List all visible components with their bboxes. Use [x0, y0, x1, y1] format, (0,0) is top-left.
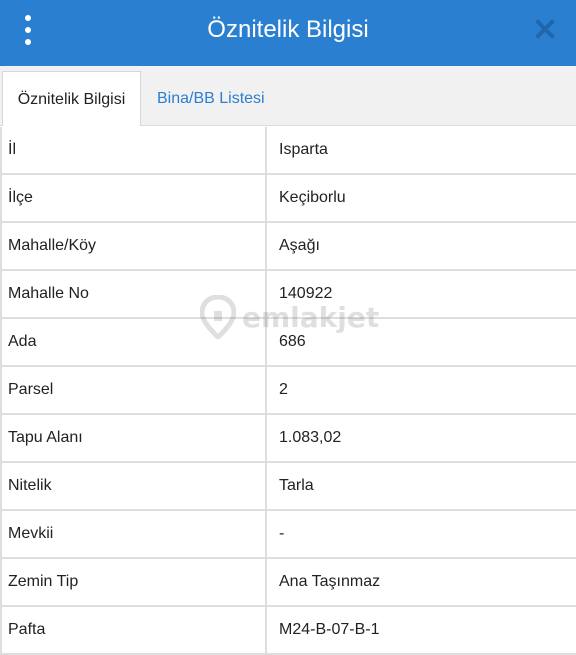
row-key: Nitelik [0, 463, 267, 509]
table-row: Pafta M24-B-07-B-1 [0, 607, 576, 655]
row-value: 686 [267, 319, 576, 365]
table-row: Mevkii - [0, 511, 576, 559]
table-row: Mahalle/Köy Aşağı [0, 223, 576, 271]
row-key: Parsel [0, 367, 267, 413]
header-bar: Öznitelik Bilgisi [0, 0, 576, 66]
table-row: Parsel 2 [0, 367, 576, 415]
page-title: Öznitelik Bilgisi [207, 16, 369, 43]
row-value: Tarla [267, 463, 576, 509]
table-row: Tapu Alanı 1.083,02 [0, 415, 576, 463]
row-value: 140922 [267, 271, 576, 317]
row-key: Mahalle/Köy [0, 223, 267, 269]
row-key: Mahalle No [0, 271, 267, 317]
table-row: İl Isparta [0, 127, 576, 175]
row-value: Isparta [267, 127, 576, 173]
attribute-table: İl Isparta İlçe Keçiborlu Mahalle/Köy Aş… [0, 127, 576, 655]
row-value: M24-B-07-B-1 [267, 607, 576, 653]
table-row: İlçe Keçiborlu [0, 175, 576, 223]
row-value: 2 [267, 367, 576, 413]
tab-bina-bb-listesi[interactable]: Bina/BB Listesi [145, 71, 277, 126]
row-value: - [267, 511, 576, 557]
tab-oznitelik-bilgisi[interactable]: Öznitelik Bilgisi [2, 71, 141, 126]
tab-bar: Öznitelik Bilgisi Bina/BB Listesi [0, 66, 576, 126]
row-value: 1.083,02 [267, 415, 576, 461]
table-row: Ada 686 [0, 319, 576, 367]
row-key: Mevkii [0, 511, 267, 557]
row-value: Keçiborlu [267, 175, 576, 221]
table-row: Mahalle No 140922 [0, 271, 576, 319]
row-value: Aşağı [267, 223, 576, 269]
close-icon[interactable] [534, 18, 556, 40]
row-key: Ada [0, 319, 267, 365]
row-key: Zemin Tip [0, 559, 267, 605]
row-key: Tapu Alanı [0, 415, 267, 461]
row-key: İlçe [0, 175, 267, 221]
row-value: Ana Taşınmaz [267, 559, 576, 605]
row-key: İl [0, 127, 267, 173]
row-key: Pafta [0, 607, 267, 653]
table-row: Nitelik Tarla [0, 463, 576, 511]
table-row: Zemin Tip Ana Taşınmaz [0, 559, 576, 607]
